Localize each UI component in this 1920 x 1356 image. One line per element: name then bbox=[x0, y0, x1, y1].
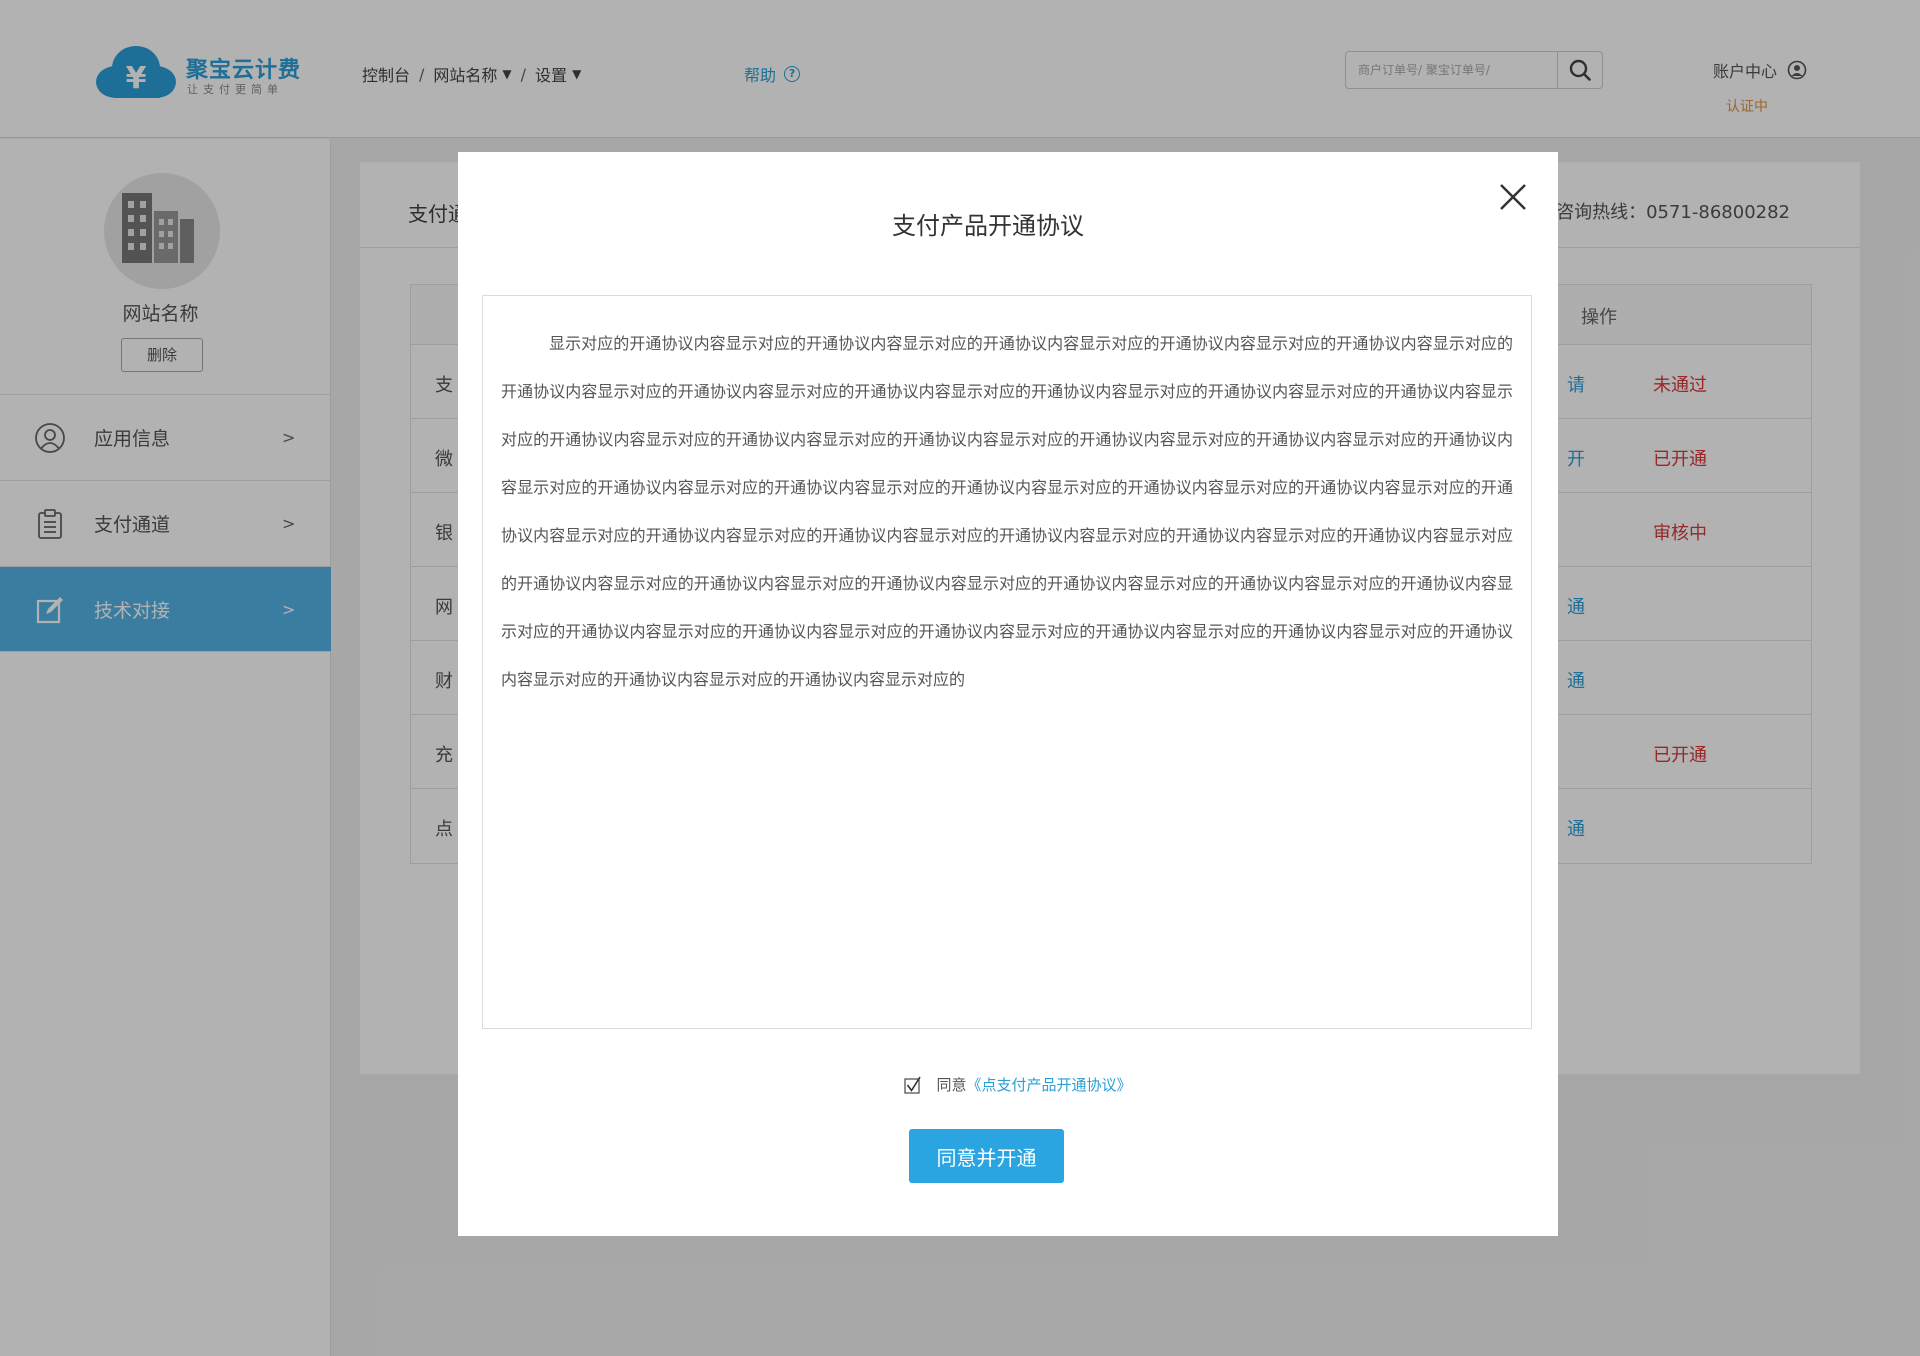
agreement-content-box[interactable]: 显示对应的开通协议内容显示对应的开通协议内容显示对应的开通协议内容显示对应的开通… bbox=[482, 295, 1532, 1029]
modal-title: 支付产品开通协议 bbox=[892, 212, 1084, 240]
agreement-modal: 支付产品开通协议 显示对应的开通协议内容显示对应的开通协议内容显示对应的开通协议… bbox=[458, 152, 1558, 1236]
agree-label: 同意 bbox=[936, 1076, 967, 1094]
agreement-link[interactable]: 《点支付产品开通协议》 bbox=[967, 1074, 1132, 1095]
agreement-text: 显示对应的开通协议内容显示对应的开通协议内容显示对应的开通协议内容显示对应的开通… bbox=[501, 334, 1513, 689]
close-icon[interactable] bbox=[1494, 178, 1532, 216]
agree-and-open-button[interactable]: 同意并开通 bbox=[909, 1129, 1064, 1183]
agree-checkbox[interactable] bbox=[904, 1076, 922, 1094]
agree-row: 同意 《点支付产品开通协议》 bbox=[458, 1074, 1558, 1095]
